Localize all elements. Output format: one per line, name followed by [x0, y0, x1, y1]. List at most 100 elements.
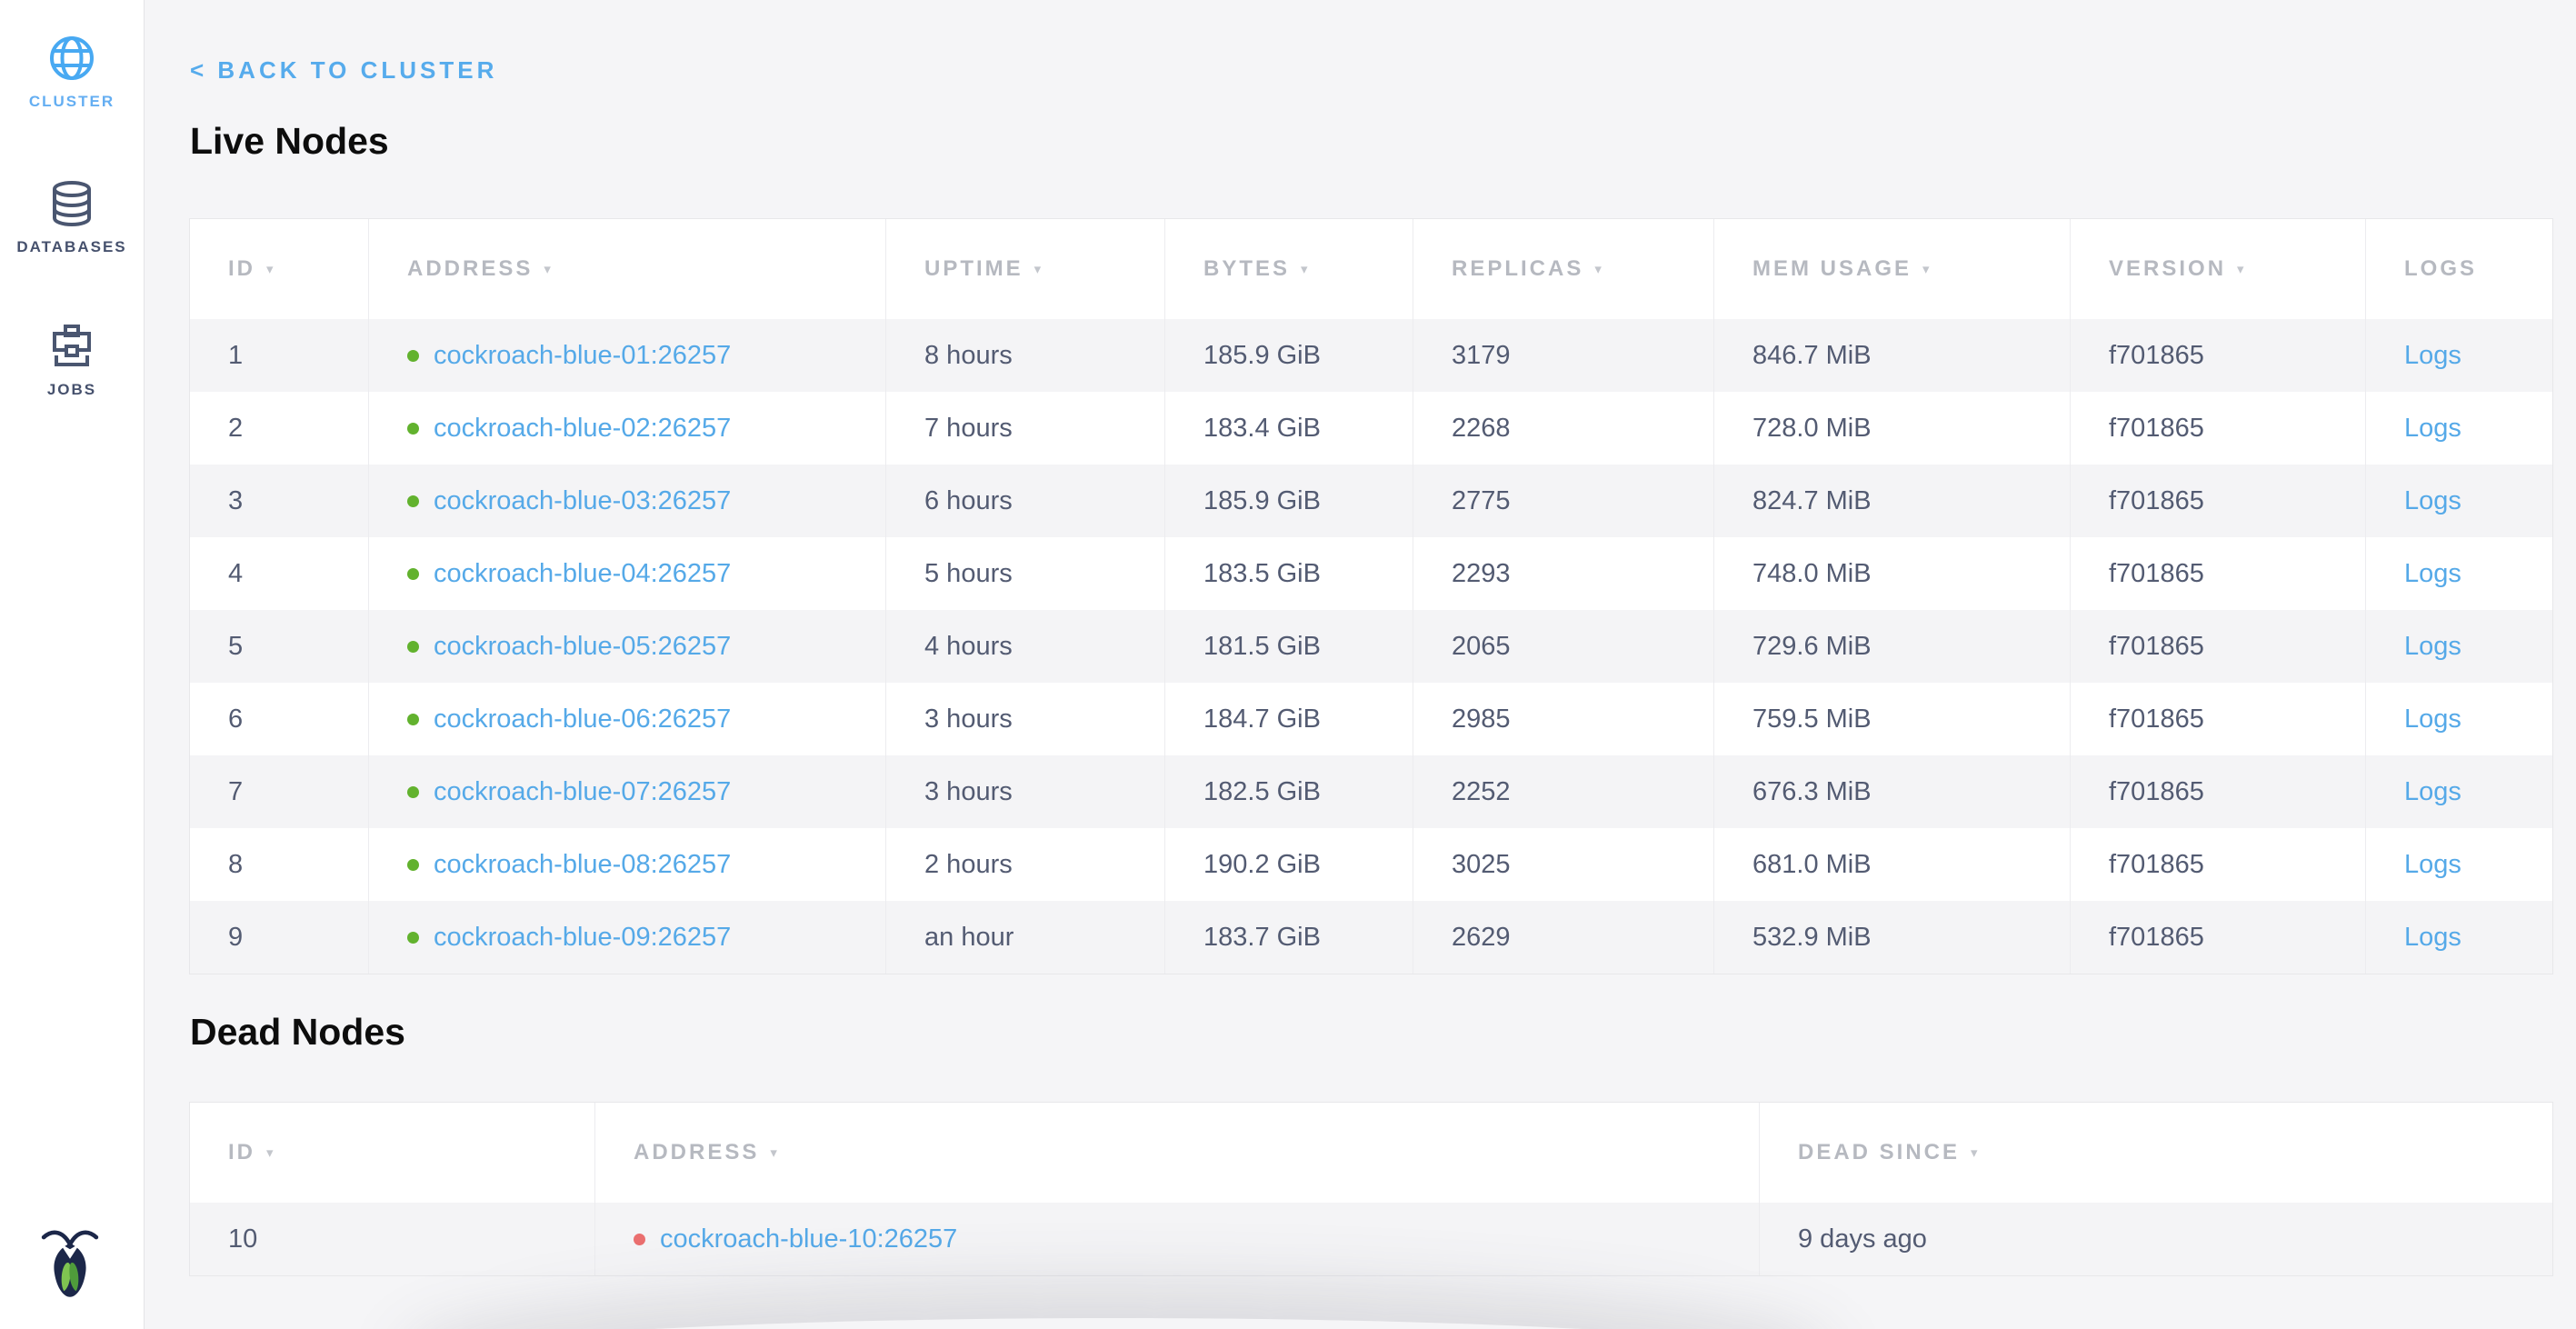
node-address-link[interactable]: cockroach-blue-02:26257 [434, 414, 731, 444]
cell-mem-usage: 759.5 MiB [1714, 683, 2071, 755]
cell-mem-usage: 681.0 MiB [1714, 828, 2071, 901]
cockroachdb-admin-ui: CLUSTER DATABASES [0, 0, 2576, 1329]
cell-uptime: 6 hours [886, 465, 1165, 537]
cell-node-address: cockroach-blue-05:26257 [369, 610, 886, 683]
logs-link[interactable]: Logs [2404, 777, 2461, 807]
logs-link[interactable]: Logs [2404, 559, 2461, 589]
cell-dead-since: 9 days ago [1760, 1203, 2552, 1275]
cell-node-address: cockroach-blue-08:26257 [369, 828, 886, 901]
live-status-dot-icon [407, 859, 419, 871]
cell-version: f701865 [2071, 392, 2366, 465]
logs-link[interactable]: Logs [2404, 486, 2461, 516]
cell-uptime: an hour [886, 901, 1165, 974]
node-address-link[interactable]: cockroach-blue-03:26257 [434, 486, 731, 516]
back-to-cluster-link[interactable]: < BACK TO CLUSTER [190, 56, 497, 85]
column-header-mem-usage[interactable]: MEM USAGE▾ [1714, 219, 2071, 319]
cell-node-id: 5 [190, 610, 369, 683]
cell-node-id: 2 [190, 392, 369, 465]
logs-link[interactable]: Logs [2404, 632, 2461, 662]
live-status-dot-icon [407, 495, 419, 507]
cell-node-id: 4 [190, 537, 369, 610]
column-header-address[interactable]: ADDRESS▾ [595, 1103, 1760, 1203]
cell-node-address: cockroach-blue-10:26257 [595, 1203, 1760, 1275]
column-header-version[interactable]: VERSION▾ [2071, 219, 2366, 319]
cell-node-address: cockroach-blue-03:26257 [369, 465, 886, 537]
cell-version: f701865 [2071, 683, 2366, 755]
cell-bytes: 184.7 GiB [1165, 683, 1413, 755]
live-status-dot-icon [407, 423, 419, 435]
live-node-row: 5 cockroach-blue-05:26257 4 hours 181.5 … [190, 610, 2552, 683]
live-status-dot-icon [407, 786, 419, 798]
cell-uptime: 5 hours [886, 537, 1165, 610]
cell-logs: Logs [2366, 537, 2552, 610]
logs-link[interactable]: Logs [2404, 341, 2461, 371]
sort-arrow-icon: ▾ [544, 261, 554, 277]
live-status-dot-icon [407, 714, 419, 725]
column-header-id[interactable]: ID▾ [190, 219, 369, 319]
node-address-link[interactable]: cockroach-blue-07:26257 [434, 777, 731, 807]
cell-mem-usage: 728.0 MiB [1714, 392, 2071, 465]
node-address-link[interactable]: cockroach-blue-05:26257 [434, 632, 731, 662]
logs-link[interactable]: Logs [2404, 414, 2461, 444]
cell-node-address: cockroach-blue-04:26257 [369, 537, 886, 610]
cell-version: f701865 [2071, 828, 2366, 901]
sort-arrow-icon: ▾ [1301, 261, 1311, 277]
cell-node-id: 1 [190, 319, 369, 392]
cell-version: f701865 [2071, 537, 2366, 610]
logs-link[interactable]: Logs [2404, 923, 2461, 953]
column-header-replicas[interactable]: REPLICAS▾ [1413, 219, 1714, 319]
cockroachdb-logo-icon [40, 1222, 100, 1305]
cell-logs: Logs [2366, 392, 2552, 465]
logs-link[interactable]: Logs [2404, 704, 2461, 734]
node-address-link[interactable]: cockroach-blue-08:26257 [434, 850, 731, 880]
live-node-row: 7 cockroach-blue-07:26257 3 hours 182.5 … [190, 755, 2552, 828]
node-address-link[interactable]: cockroach-blue-09:26257 [434, 923, 731, 953]
cell-bytes: 185.9 GiB [1165, 319, 1413, 392]
live-node-row: 2 cockroach-blue-02:26257 7 hours 183.4 … [190, 392, 2552, 465]
cell-replicas: 2629 [1413, 901, 1714, 974]
logs-link[interactable]: Logs [2404, 850, 2461, 880]
cell-bytes: 182.5 GiB [1165, 755, 1413, 828]
column-header-bytes[interactable]: BYTES▾ [1165, 219, 1413, 319]
cell-mem-usage: 729.6 MiB [1714, 610, 2071, 683]
cell-node-id: 9 [190, 901, 369, 974]
cell-version: f701865 [2071, 755, 2366, 828]
sidebar-item-label: JOBS [47, 381, 96, 399]
cell-logs: Logs [2366, 319, 2552, 392]
sort-arrow-icon: ▾ [1971, 1144, 1981, 1161]
column-header-address[interactable]: ADDRESS▾ [369, 219, 886, 319]
sort-arrow-icon: ▾ [2237, 261, 2247, 277]
cell-node-id: 3 [190, 465, 369, 537]
cell-uptime: 2 hours [886, 828, 1165, 901]
cell-mem-usage: 824.7 MiB [1714, 465, 2071, 537]
cell-replicas: 2065 [1413, 610, 1714, 683]
node-address-link[interactable]: cockroach-blue-01:26257 [434, 341, 731, 371]
live-status-dot-icon [407, 350, 419, 362]
cell-logs: Logs [2366, 465, 2552, 537]
column-header-id[interactable]: ID▾ [190, 1103, 595, 1203]
cell-logs: Logs [2366, 683, 2552, 755]
column-header-uptime[interactable]: UPTIME▾ [886, 219, 1165, 319]
sidebar-item-jobs[interactable]: JOBS [0, 323, 144, 399]
cell-logs: Logs [2366, 610, 2552, 683]
sort-arrow-icon: ▾ [1594, 261, 1604, 277]
live-nodes-header-row: ID▾ ADDRESS▾ UPTIME▾ BYTES▾ REPLICAS▾ ME… [190, 219, 2552, 319]
column-header-dead-since[interactable]: DEAD SINCE▾ [1760, 1103, 2552, 1203]
node-address-link[interactable]: cockroach-blue-04:26257 [434, 559, 731, 589]
sidebar-item-cluster[interactable]: CLUSTER [0, 35, 144, 111]
cell-replicas: 2268 [1413, 392, 1714, 465]
node-address-link[interactable]: cockroach-blue-10:26257 [660, 1224, 957, 1254]
cell-logs: Logs [2366, 828, 2552, 901]
live-node-row: 3 cockroach-blue-03:26257 6 hours 185.9 … [190, 465, 2552, 537]
cell-replicas: 2775 [1413, 465, 1714, 537]
live-status-dot-icon [407, 568, 419, 580]
cell-bytes: 183.5 GiB [1165, 537, 1413, 610]
sort-arrow-icon: ▾ [266, 261, 276, 277]
cell-version: f701865 [2071, 465, 2366, 537]
cell-logs: Logs [2366, 755, 2552, 828]
globe-icon [48, 35, 95, 82]
sidebar: CLUSTER DATABASES [0, 0, 145, 1329]
live-status-dot-icon [407, 641, 419, 653]
node-address-link[interactable]: cockroach-blue-06:26257 [434, 704, 731, 734]
sidebar-item-databases[interactable]: DATABASES [0, 180, 144, 256]
